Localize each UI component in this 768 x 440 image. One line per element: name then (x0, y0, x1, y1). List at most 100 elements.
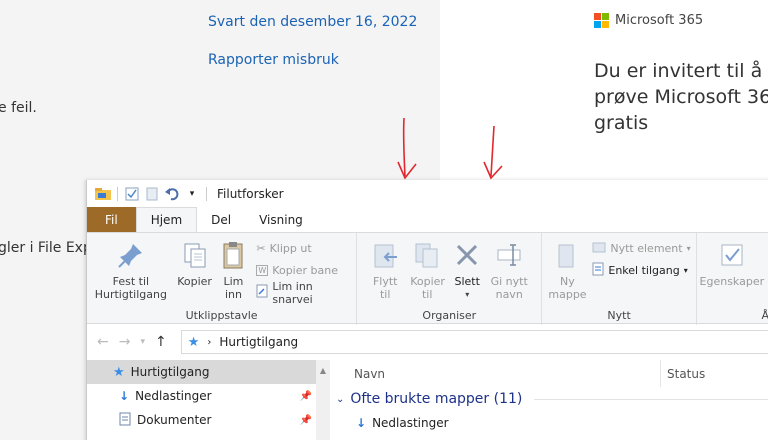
copy-to-label: Kopier til (410, 275, 445, 301)
separator (206, 186, 207, 201)
nav-scrollbar[interactable]: ▲ (316, 360, 330, 440)
column-headers: Navn Status (330, 360, 768, 387)
list-item[interactable]: ↓ Nedlastinger (330, 411, 768, 435)
nav-item-documents[interactable]: Dokumenter 📌 (87, 408, 330, 432)
move-to-label: Flytt til (372, 275, 398, 301)
microsoft-365-logo[interactable]: Microsoft 365 (594, 13, 703, 28)
group-divider (534, 398, 768, 400)
organize-group-label: Organiser (422, 309, 477, 322)
copy-label: Kopier (177, 275, 212, 288)
documents-icon (119, 412, 131, 429)
pin-icon[interactable]: 📌 (300, 391, 312, 402)
nav-label: Nedlastinger (135, 389, 212, 403)
cut-button[interactable]: ✂ Klipp ut (256, 239, 356, 258)
copy-path-label: Kopier bane (272, 264, 338, 277)
download-arrow-icon: ↓ (356, 416, 367, 430)
column-name[interactable]: Navn (330, 367, 660, 381)
folder-icon (95, 186, 111, 202)
ribbon: Fest til Hurtigtilgang Kopier Lim inn ✂ … (87, 232, 768, 325)
address-row: ← → ▾ ↑ ★ › Hurtigtilgang (87, 324, 768, 360)
address-path: Hurtigtilgang (219, 335, 299, 349)
copy-path-icon: W (256, 265, 269, 276)
paste-icon (217, 239, 249, 271)
promo-text: Du er invitert til å prøve Microsoft 365… (594, 60, 768, 134)
tab-home[interactable]: Hjem (135, 207, 198, 232)
microsoft-365-label: Microsoft 365 (615, 13, 704, 28)
list-item-label: Nedlastinger (372, 416, 449, 430)
scissors-icon: ✂ (256, 242, 266, 255)
nav-label: Hurtigtilgang (130, 365, 210, 379)
back-arrow-icon[interactable]: ← (97, 334, 109, 350)
paste-label: Lim inn (223, 275, 244, 301)
move-to-icon (369, 239, 401, 271)
text-fragment-explorer: gler i File Expl (0, 240, 96, 256)
scroll-up-icon[interactable]: ▲ (316, 366, 330, 375)
nav-label: Dokumenter (137, 413, 212, 427)
copy-to-icon (411, 239, 443, 271)
recent-locations-icon[interactable]: ▾ (140, 337, 145, 347)
new-folder-icon (551, 239, 583, 271)
delete-label: Slett (454, 275, 480, 288)
microsoft-logo-icon (594, 13, 609, 28)
ribbon-tabs: Fil Hjem Del Visning (87, 207, 768, 232)
new-folder-qat-icon[interactable] (144, 186, 160, 202)
tab-share[interactable]: Del (197, 207, 245, 232)
new-group: Ny mappe Nytt element ▾ Enkel tilgang ▾ … (542, 233, 697, 325)
pin-icon (115, 239, 147, 271)
new-folder-label: Ny mappe (548, 275, 587, 301)
tab-file[interactable]: Fil (87, 207, 136, 232)
copy-icon (179, 239, 211, 271)
answered-date-link[interactable]: Svart den desember 16, 2022 (208, 14, 417, 30)
group-header-label: Ofte brukte mapper (11) (350, 391, 523, 407)
quick-access-star-icon: ★ (187, 334, 200, 350)
delete-x-icon (451, 239, 483, 271)
open-group-label: Åp (761, 309, 768, 322)
easy-access-button[interactable]: Enkel tilgang ▾ (592, 261, 690, 280)
new-group-label: Nytt (607, 309, 631, 322)
paste-shortcut-button[interactable]: Lim inn snarvei (256, 280, 356, 306)
pin-icon[interactable]: 📌 (300, 415, 312, 426)
properties-icon (716, 239, 748, 271)
open-group: Egenskaper Åp (697, 233, 768, 325)
title-bar: ▾ Filutforsker (87, 180, 768, 207)
content-pane: Navn Status ⌄ Ofte brukte mapper (11) ↓ … (330, 360, 768, 440)
pin-label: Fest til Hurtigtilgang (94, 275, 167, 301)
frequent-folders-group-header[interactable]: ⌄ Ofte brukte mapper (11) (330, 387, 768, 411)
qat-dropdown-icon[interactable]: ▾ (184, 186, 200, 202)
report-abuse-link[interactable]: Rapporter misbruk (208, 52, 339, 68)
navigation-pane: ★ Hurtigtilgang ↓ Nedlastinger 📌 Dokumen… (87, 360, 330, 440)
separator (117, 186, 118, 201)
new-item-icon (592, 240, 606, 257)
nav-item-downloads[interactable]: ↓ Nedlastinger 📌 (87, 384, 330, 408)
easy-access-label: Enkel tilgang (608, 264, 680, 277)
red-arrow-down-icon (397, 117, 417, 180)
easy-access-icon (592, 262, 604, 279)
download-arrow-icon: ↓ (119, 389, 130, 403)
address-bar[interactable]: ★ › Hurtigtilgang (180, 330, 768, 354)
rename-icon (493, 239, 525, 271)
clipboard-group: Fest til Hurtigtilgang Kopier Lim inn ✂ … (87, 233, 358, 325)
explorer-body: ★ Hurtigtilgang ↓ Nedlastinger 📌 Dokumen… (87, 360, 768, 440)
tab-view[interactable]: Visning (245, 207, 317, 232)
red-arrow-down-icon (483, 125, 503, 180)
rename-label: Gi nytt navn (490, 275, 528, 301)
up-arrow-icon[interactable]: ↑ (155, 334, 167, 350)
column-status[interactable]: Status (661, 367, 705, 381)
new-item-label: Nytt element (610, 242, 683, 255)
quick-access-star-icon: ★ (113, 364, 125, 380)
text-fragment-error: e feil. (0, 100, 37, 116)
nav-item-quick-access[interactable]: ★ Hurtigtilgang (87, 360, 330, 384)
properties-qat-icon[interactable] (124, 186, 140, 202)
organize-group: Flytt til Kopier til Slett ▾ Gi nytt nav… (357, 233, 543, 325)
new-item-dropdown-icon: ▾ (686, 244, 691, 253)
paste-shortcut-icon (256, 284, 268, 301)
file-explorer-window: ▾ Filutforsker Fil Hjem Del Visning Fest… (86, 180, 768, 440)
new-item-button[interactable]: Nytt element ▾ (592, 239, 691, 258)
window-title: Filutforsker (217, 186, 284, 201)
cut-label: Klipp ut (269, 242, 312, 255)
forward-arrow-icon[interactable]: → (119, 334, 131, 350)
clipboard-group-label: Utklippstavle (185, 309, 258, 322)
properties-label: Egenskaper (699, 275, 765, 288)
undo-icon[interactable] (164, 186, 180, 202)
copy-path-button[interactable]: W Kopier bane (256, 261, 356, 280)
